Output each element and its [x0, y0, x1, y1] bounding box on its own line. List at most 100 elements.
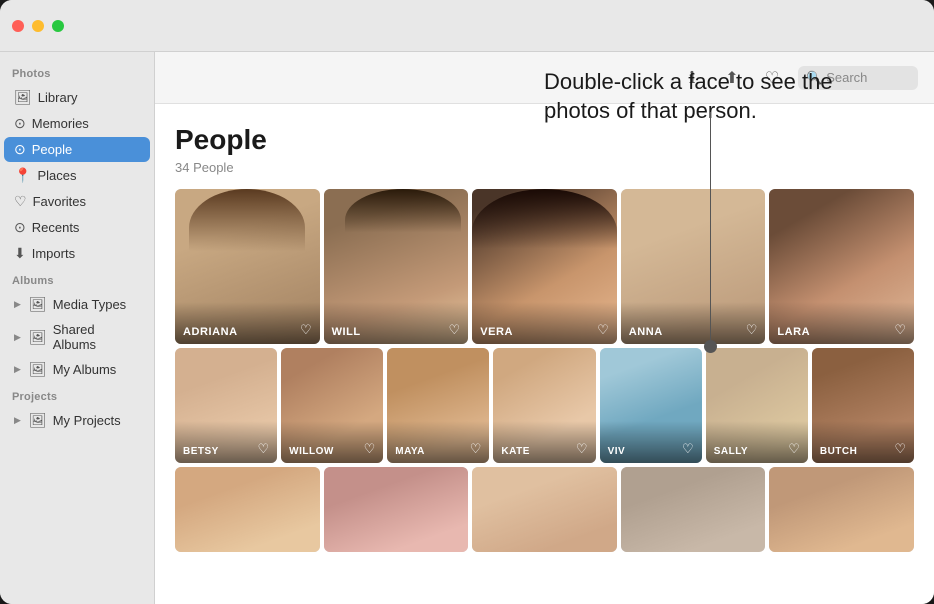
- heart-icon: ♡: [894, 441, 906, 457]
- sidebar-item-recents[interactable]: ⊙ Recents: [4, 215, 150, 240]
- minimize-button[interactable]: [32, 20, 44, 32]
- person-name: Butch: [820, 446, 858, 457]
- sidebar-item-label: Places: [37, 168, 76, 183]
- sidebar-item-my-projects[interactable]: ▶ 🖼 My Projects: [4, 408, 150, 433]
- sidebar-item-label: Recents: [32, 220, 80, 235]
- sidebar-item-label: My Albums: [53, 362, 117, 377]
- my-albums-icon: 🖼: [29, 361, 47, 378]
- heart-icon: ♡: [470, 441, 482, 457]
- people-icon: ⊙: [14, 141, 26, 158]
- my-projects-icon: 🖼: [29, 412, 47, 429]
- heart-icon: ♡: [449, 322, 461, 338]
- sidebar-item-label: People: [32, 142, 72, 157]
- person-name: ANNA: [629, 326, 663, 338]
- projects-section-label: Projects: [0, 383, 154, 407]
- person-card-maya[interactable]: Maya ♡: [387, 348, 489, 463]
- toolbar: ℹ ⬆ ♡ 🔍: [155, 52, 934, 104]
- sidebar: Photos 🖼 Library ⊙ Memories ⊙ People 📍 P…: [0, 52, 155, 604]
- search-icon: 🔍: [806, 70, 822, 86]
- sidebar-item-my-albums[interactable]: ▶ 🖼 My Albums: [4, 357, 150, 382]
- people-count: 34 People: [175, 160, 914, 175]
- content: ℹ ⬆ ♡ 🔍 People 34 People: [155, 52, 934, 604]
- sidebar-item-memories[interactable]: ⊙ Memories: [4, 111, 150, 136]
- person-name: LARA: [777, 326, 810, 338]
- person-card-viv[interactable]: Viv ♡: [600, 348, 702, 463]
- titlebar: [0, 0, 934, 52]
- person-name: Maya: [395, 446, 425, 457]
- sidebar-item-library[interactable]: 🖼 Library: [4, 85, 150, 110]
- maximize-button[interactable]: [52, 20, 64, 32]
- info-button[interactable]: ℹ: [678, 64, 706, 92]
- close-button[interactable]: [12, 20, 24, 32]
- person-card-r3e[interactable]: [769, 467, 914, 552]
- person-card-adriana[interactable]: ADRIANA ♡: [175, 189, 320, 344]
- person-name: WILL: [332, 326, 361, 338]
- heart-icon: ♡: [576, 441, 588, 457]
- person-card-will[interactable]: WILL ♡: [324, 189, 469, 344]
- person-name: Viv: [608, 446, 626, 457]
- person-name: ADRIANA: [183, 326, 238, 338]
- large-photo-row: ADRIANA ♡ WILL ♡: [175, 189, 914, 344]
- heart-icon: ♡: [788, 441, 800, 457]
- places-icon: 📍: [14, 167, 31, 184]
- content-area: Double-click a face to see the photos of…: [155, 52, 934, 604]
- photos-section-label: Photos: [0, 60, 154, 84]
- sidebar-item-imports[interactable]: ⬇ Imports: [4, 241, 150, 266]
- sidebar-item-places[interactable]: 📍 Places: [4, 163, 150, 188]
- person-card-lara[interactable]: LARA ♡: [769, 189, 914, 344]
- favorite-button[interactable]: ♡: [758, 64, 786, 92]
- expand-icon: ▶: [14, 364, 21, 375]
- tiny-photo-row: [175, 467, 914, 552]
- app-window: Photos 🖼 Library ⊙ Memories ⊙ People 📍 P…: [0, 0, 934, 604]
- expand-icon: ▶: [14, 415, 21, 426]
- sidebar-item-label: Memories: [32, 116, 89, 131]
- person-name: VERA: [480, 326, 513, 338]
- person-name: Kate: [501, 446, 529, 457]
- person-name: Willow: [289, 446, 334, 457]
- search-input[interactable]: [826, 70, 906, 85]
- sidebar-item-media-types[interactable]: ▶ 🖼 Media Types: [4, 292, 150, 317]
- sidebar-item-shared-albums[interactable]: ▶ 🖼 Shared Albums: [4, 318, 150, 356]
- person-name: Sally: [714, 446, 748, 457]
- sidebar-item-people[interactable]: ⊙ People: [4, 137, 150, 162]
- recents-icon: ⊙: [14, 219, 26, 236]
- person-card-betsy[interactable]: Betsy ♡: [175, 348, 277, 463]
- person-card-anna[interactable]: ANNA ♡: [621, 189, 766, 344]
- search-box[interactable]: 🔍: [798, 66, 918, 90]
- person-card-willow[interactable]: Willow ♡: [281, 348, 383, 463]
- shared-albums-icon: 🖼: [29, 329, 47, 346]
- traffic-lights: [12, 20, 64, 32]
- person-card-butch[interactable]: Butch ♡: [812, 348, 914, 463]
- heart-icon: ♡: [257, 441, 269, 457]
- imports-icon: ⬇: [14, 245, 26, 262]
- heart-icon: ♡: [894, 322, 906, 338]
- person-card-vera[interactable]: VERA ♡: [472, 189, 617, 344]
- heart-icon: ♡: [682, 441, 694, 457]
- favorites-icon: ♡: [14, 193, 27, 210]
- person-card-r3b[interactable]: [324, 467, 469, 552]
- main-layout: Photos 🖼 Library ⊙ Memories ⊙ People 📍 P…: [0, 52, 934, 604]
- sidebar-item-label: My Projects: [53, 413, 121, 428]
- sidebar-item-label: Media Types: [53, 297, 126, 312]
- photo-grid: ADRIANA ♡ WILL ♡: [175, 189, 914, 552]
- share-button[interactable]: ⬆: [718, 64, 746, 92]
- person-card-r3a[interactable]: [175, 467, 320, 552]
- heart-icon: ♡: [597, 322, 609, 338]
- person-card-r3c[interactable]: [472, 467, 617, 552]
- heart-icon: ♡: [300, 322, 312, 338]
- media-types-icon: 🖼: [29, 296, 47, 313]
- sidebar-item-label: Library: [38, 90, 78, 105]
- sidebar-item-label: Favorites: [33, 194, 86, 209]
- heart-icon: ♡: [364, 441, 376, 457]
- expand-icon: ▶: [14, 332, 21, 343]
- people-content: People 34 People ADRIANA ♡: [155, 104, 934, 604]
- albums-section-label: Albums: [0, 267, 154, 291]
- sidebar-item-label: Shared Albums: [53, 322, 140, 352]
- expand-icon: ▶: [14, 299, 21, 310]
- sidebar-item-favorites[interactable]: ♡ Favorites: [4, 189, 150, 214]
- heart-icon: ♡: [746, 322, 758, 338]
- person-name: Betsy: [183, 446, 219, 457]
- person-card-r3d[interactable]: [621, 467, 766, 552]
- person-card-sally[interactable]: Sally ♡: [706, 348, 808, 463]
- person-card-kate[interactable]: Kate ♡: [493, 348, 595, 463]
